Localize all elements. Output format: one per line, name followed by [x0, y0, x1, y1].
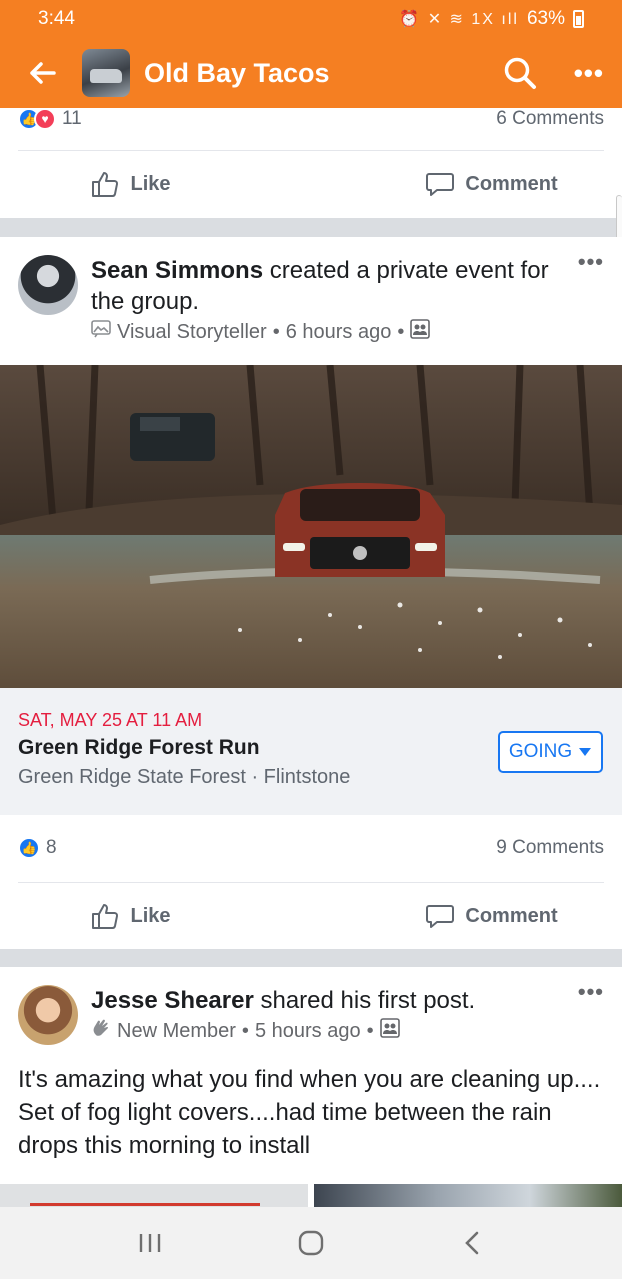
status-indicators: ⏰ ✕ ≋ 1X ıll 63% [399, 8, 584, 30]
reaction-summary[interactable]: 👍 8 9 Comments [0, 837, 622, 859]
like-button[interactable]: Like [0, 901, 321, 931]
caret-down-icon [578, 741, 592, 763]
post-header-text: Sean Simmons created a private event for… [91, 255, 578, 345]
avatar[interactable] [18, 255, 78, 315]
back-nav-icon[interactable] [442, 1218, 502, 1268]
event-post-card: Sean Simmons created a private event for… [0, 237, 622, 949]
comment-count[interactable]: 6 Comments [496, 108, 604, 130]
status-time: 3:44 [38, 8, 75, 29]
reaction-icons: 👍 ♥ [18, 108, 56, 130]
going-label: GOING [508, 741, 573, 762]
post-meta: New Member • 5 hours ago • [91, 1018, 578, 1044]
battery-percent: 63% [526, 8, 565, 29]
post-time[interactable]: 5 hours ago [255, 1020, 361, 1043]
post-actions: Like Comment [0, 883, 622, 949]
comment-label: Comment [465, 904, 558, 927]
comment-button[interactable]: Comment [321, 169, 622, 199]
post-action-text: shared his first post. [253, 987, 476, 1014]
reaction-summary[interactable]: 👍 ♥ 11 6 Comments [0, 108, 622, 130]
comment-count[interactable]: 9 Comments [496, 837, 604, 859]
post-photo[interactable] [0, 1184, 308, 1207]
post-photos[interactable] [0, 1184, 622, 1207]
member-badge[interactable]: Visual Storyteller [117, 321, 267, 344]
event-details[interactable]: SAT, MAY 25 AT 11 AM Green Ridge Forest … [0, 688, 622, 815]
post-photo[interactable] [314, 1184, 622, 1207]
separator: • [272, 320, 280, 343]
like-label: Like [130, 172, 171, 195]
post-header: Sean Simmons created a private event for… [0, 237, 622, 345]
comment-button[interactable]: Comment [321, 901, 622, 931]
reaction-count: 8 [46, 837, 57, 858]
reaction-count: 11 [62, 108, 82, 129]
post-actions: Like Comment [0, 151, 622, 217]
avatar[interactable] [18, 985, 78, 1045]
battery-icon [573, 10, 584, 28]
love-reaction-icon: ♥ [34, 108, 56, 130]
group-audience-icon [410, 319, 431, 345]
group-thumbnail[interactable] [82, 49, 130, 97]
previous-post-footer: 👍 ♥ 11 6 Comments Like Comment [0, 108, 622, 218]
separator: • [366, 1019, 374, 1042]
like-reaction-icon: 👍 [18, 837, 40, 859]
separator: • [241, 1019, 249, 1042]
thumbs-up-icon [92, 172, 119, 197]
separator: • [397, 320, 405, 343]
storyteller-badge-icon [91, 320, 111, 344]
post-header: Jesse Shearer shared his first post. New… [0, 967, 622, 1045]
wave-hand-icon [91, 1018, 111, 1044]
going-button[interactable]: GOING [498, 731, 603, 773]
reaction-left: 👍 ♥ 11 [18, 108, 82, 130]
like-label: Like [130, 904, 171, 927]
more-options-icon[interactable]: ••• [574, 58, 604, 89]
post-meta: Visual Storyteller • 6 hours ago • [91, 319, 578, 345]
author-name[interactable]: Jesse Shearer [91, 987, 254, 1014]
group-audience-icon [379, 1018, 400, 1044]
member-badge[interactable]: New Member [117, 1020, 236, 1043]
post-more-icon[interactable]: ••• [578, 249, 604, 345]
status-bar: 3:44 ⏰ ✕ ≋ 1X ıll 63% [0, 0, 622, 38]
author-name[interactable]: Sean Simmons [91, 257, 263, 284]
top-app-bar: 3:44 ⏰ ✕ ≋ 1X ıll 63% Old Bay Tacos ••• [0, 0, 622, 108]
thumbs-up-icon [92, 904, 119, 929]
post-more-icon[interactable]: ••• [578, 979, 604, 1045]
like-button[interactable]: Like [0, 169, 321, 199]
post-headline: Sean Simmons created a private event for… [91, 255, 578, 317]
home-icon[interactable] [281, 1218, 341, 1268]
status-icons: ⏰ ✕ ≋ 1X ıll [399, 11, 519, 28]
reaction-left: 👍 8 [18, 837, 57, 859]
post-headline: Jesse Shearer shared his first post. [91, 985, 578, 1016]
recent-apps-icon[interactable] [120, 1218, 180, 1268]
comment-label: Comment [465, 172, 558, 195]
comment-bubble-icon [426, 905, 455, 928]
member-post-card: Jesse Shearer shared his first post. New… [0, 967, 622, 1207]
event-date: SAT, MAY 25 AT 11 AM [18, 710, 203, 730]
post-header-text: Jesse Shearer shared his first post. New… [91, 985, 578, 1045]
search-icon[interactable] [500, 53, 540, 93]
post-time[interactable]: 6 hours ago [286, 321, 392, 344]
group-title[interactable]: Old Bay Tacos [144, 58, 500, 89]
comment-bubble-icon [426, 173, 455, 196]
event-cover-photo[interactable] [0, 365, 622, 688]
post-body-text: It's amazing what you find when you are … [18, 1066, 601, 1159]
app-bar: Old Bay Tacos ••• [0, 38, 622, 108]
back-arrow-icon[interactable] [24, 55, 60, 91]
system-navigation-bar [0, 1207, 622, 1279]
